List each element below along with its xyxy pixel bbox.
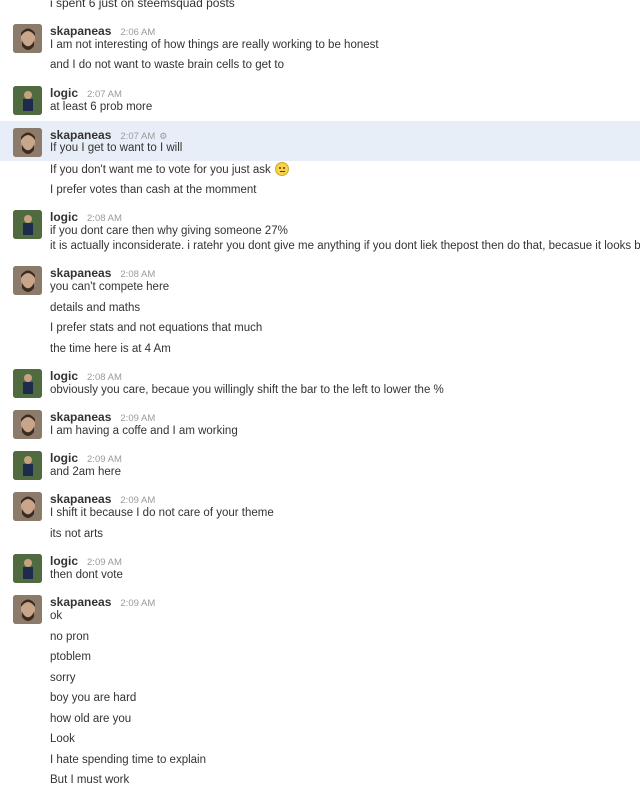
timestamp[interactable]: 2:09 AM xyxy=(120,598,155,609)
avatar-skapaneas-icon xyxy=(13,410,42,439)
avatar-skapaneas-icon xyxy=(13,595,42,624)
message-text: sorry xyxy=(50,672,76,684)
avatar[interactable] xyxy=(13,369,42,398)
avatar-logic-icon xyxy=(13,451,42,480)
message-text: then dont vote xyxy=(50,569,123,581)
username[interactable]: logic xyxy=(50,451,78,465)
avatar-logic-icon xyxy=(13,210,42,239)
gear-icon[interactable]: ⚙ xyxy=(159,131,167,141)
avatar-logic-icon xyxy=(13,554,42,583)
message-text: I am not interesting of how things are r… xyxy=(50,39,379,51)
avatar-skapaneas-icon xyxy=(13,266,42,295)
message-text: if you dont care then why giving someone… xyxy=(50,225,288,237)
username[interactable]: logic xyxy=(50,210,78,224)
message-text: If you don't want me to vote for you jus… xyxy=(50,162,289,177)
username[interactable]: skapaneas xyxy=(50,410,111,424)
timestamp[interactable]: 2:08 AM xyxy=(87,213,122,224)
avatar[interactable] xyxy=(13,266,42,295)
confused-emoji-icon xyxy=(274,162,289,176)
avatar[interactable] xyxy=(13,128,42,157)
message-text: I am having a coffe and I am working xyxy=(50,425,238,437)
avatar[interactable] xyxy=(13,595,42,624)
message-text: and I do not want to waste brain cells t… xyxy=(50,59,284,71)
username[interactable]: logic xyxy=(50,554,78,568)
message-text-body: If you don't want me to vote for you jus… xyxy=(50,164,271,176)
username[interactable]: skapaneas xyxy=(50,266,111,280)
timestamp[interactable]: 2:09 AM xyxy=(120,413,155,424)
username[interactable]: skapaneas xyxy=(50,595,111,609)
timestamp[interactable]: 2:08 AM xyxy=(87,372,122,383)
message-text: you can't compete here xyxy=(50,281,170,293)
avatar[interactable] xyxy=(13,410,42,439)
avatar-logic-icon xyxy=(13,86,42,115)
message-text: Look xyxy=(50,733,75,745)
message-text: no pron xyxy=(50,631,90,643)
message-text: boy you are hard xyxy=(50,692,137,704)
timestamp[interactable]: 2:07 AM xyxy=(87,89,122,100)
message-text: the time here is at 4 Am xyxy=(50,343,171,355)
message-text: ptoblem xyxy=(50,651,91,663)
message-text: and 2am here xyxy=(50,466,121,478)
username[interactable]: skapaneas xyxy=(50,492,111,506)
timestamp[interactable]: 2:09 AM xyxy=(87,557,122,568)
username[interactable]: logic xyxy=(50,369,78,383)
avatar-skapaneas-icon xyxy=(13,492,42,521)
avatar[interactable] xyxy=(13,554,42,583)
message-text: If you I get to want to I will xyxy=(50,142,183,154)
avatar-skapaneas-icon xyxy=(13,24,42,53)
message-text: I shift it because I do not care of your… xyxy=(50,507,274,519)
timestamp[interactable]: 2:06 AM xyxy=(120,27,155,38)
avatar[interactable] xyxy=(13,86,42,115)
message-text: at least 6 prob more xyxy=(50,101,153,113)
message-text: ok xyxy=(50,610,63,622)
avatar[interactable] xyxy=(13,24,42,53)
message-text: I hate spending time to explain xyxy=(50,754,206,766)
timestamp[interactable]: 2:09 AM xyxy=(87,454,122,465)
message-text: how old are you xyxy=(50,713,132,725)
username[interactable]: logic xyxy=(50,86,78,100)
message-text: its not arts xyxy=(50,528,104,540)
avatar[interactable] xyxy=(13,210,42,239)
username[interactable]: skapaneas xyxy=(50,24,111,38)
message-text: it is actually inconsiderate. i ratehr y… xyxy=(50,240,640,252)
username[interactable]: skapaneas xyxy=(50,128,111,142)
message-text: details and maths xyxy=(50,302,141,314)
avatar-logic-icon xyxy=(13,369,42,398)
message-text: I prefer votes than cash at the momment xyxy=(50,184,257,196)
avatar-skapaneas-icon xyxy=(13,128,42,157)
avatar[interactable] xyxy=(13,451,42,480)
partial-message: i spent 6 just on steemsquad posts xyxy=(50,0,235,10)
avatar[interactable] xyxy=(13,492,42,521)
message-text: obviously you care, becaue you willingly… xyxy=(50,384,444,396)
message-text: But I must work xyxy=(50,774,130,786)
message-text: I prefer stats and not equations that mu… xyxy=(50,322,263,334)
timestamp[interactable]: 2:09 AM xyxy=(120,495,155,506)
timestamp[interactable]: 2:08 AM xyxy=(120,269,155,280)
